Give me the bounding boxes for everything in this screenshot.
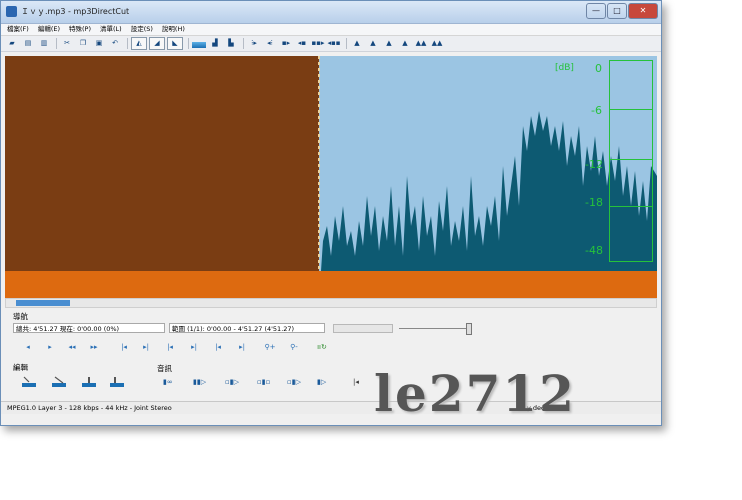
meter-label-0: 0 xyxy=(595,62,602,75)
play-from-cursor-icon[interactable]: ▫▮▷ xyxy=(225,377,247,387)
jump-end-icon[interactable]: ▸| xyxy=(187,342,201,352)
rewind-icon[interactable]: ◂◂ xyxy=(65,342,79,352)
go-end-icon[interactable]: ▸| xyxy=(139,342,153,352)
toolbar-separator xyxy=(188,38,189,49)
close-button[interactable]: ✕ xyxy=(628,3,658,19)
range-readout: 範圍 (1/1): 0'00.00 - 4'51.27 (4'51.27) xyxy=(169,323,325,333)
level-meter xyxy=(609,60,653,262)
edit-fade-icon[interactable] xyxy=(81,376,97,388)
play-to-end-icon[interactable]: ▫▮▫ xyxy=(257,377,279,387)
menu-edit[interactable]: 編輯(E) xyxy=(38,24,60,35)
meter-label-6: -6 xyxy=(591,104,602,117)
meter-label-12: -12 xyxy=(585,158,603,171)
cut-icon[interactable]: ✂ xyxy=(60,38,74,49)
toolbar-separator xyxy=(243,38,244,49)
zoom-out-icon[interactable]: ⚲- xyxy=(287,342,301,352)
play-all-icon[interactable]: ▮∞ xyxy=(163,377,185,387)
toolbar: ▰ ▤ ▥ ✂ ❐ ▣ ↶ ◭ ◢ ◣ ▟ ▙ ⁝▸ ◂⁝ ▪▸ ◂▪ ▪▪▸ … xyxy=(1,36,661,52)
menu-help[interactable]: 說明(H) xyxy=(162,24,185,35)
volume-slider-track[interactable] xyxy=(399,328,471,329)
range-view-icon[interactable]: ▙ xyxy=(224,38,238,49)
next-icon[interactable]: ▸ xyxy=(43,342,57,352)
go-begin-icon[interactable]: |◂ xyxy=(353,377,375,387)
skip-back-icon[interactable]: |◂ xyxy=(211,342,225,352)
position-readout: 總共: 4'51.27 現在: 0'00.00 (0%) xyxy=(13,323,165,333)
level-bar xyxy=(333,324,393,333)
fast-forward-icon[interactable]: ▸▸ xyxy=(87,342,101,352)
waveform-area[interactable]: [dB] 0 -6 -12 -18 -48 xyxy=(5,56,657,298)
volume-slider-thumb[interactable] xyxy=(466,323,472,335)
scroll-thumb[interactable] xyxy=(16,300,70,306)
loop-icon[interactable]: ıı↻ xyxy=(315,342,329,352)
skip-forward-icon[interactable]: ▸| xyxy=(235,342,249,352)
level-2-icon[interactable]: ▲ xyxy=(366,38,380,49)
menu-bar: 檔案(F) 編輯(E) 特殊(P) 清單(L) 設定(S) 說明(H) xyxy=(1,24,661,36)
level-4-icon[interactable]: ▲ xyxy=(398,38,412,49)
title-bar: Ｉｖｙ.mp3 - mp3DirectCut — □ ✕ xyxy=(1,1,661,24)
save-icon[interactable]: ▤ xyxy=(21,38,35,49)
edit-title: 編輯 xyxy=(13,363,28,372)
level-5-icon[interactable]: ▲▲ xyxy=(414,38,428,49)
horizontal-scrollbar[interactable] xyxy=(5,298,657,308)
marker-add-icon[interactable]: ▪▪▸ xyxy=(311,38,325,49)
play-end-icon[interactable]: ▫▮▷ xyxy=(287,377,309,387)
audio-title: 音訊 xyxy=(157,364,172,373)
copy-icon[interactable]: ❐ xyxy=(76,38,90,49)
meter-label-48: -48 xyxy=(585,244,603,257)
level-1-icon[interactable]: ▲ xyxy=(350,38,364,49)
menu-file[interactable]: 檔案(F) xyxy=(7,24,29,35)
volume-tool-icon[interactable]: ◭ xyxy=(131,37,147,50)
navigation-title: 導航 xyxy=(13,312,28,321)
selection-region[interactable] xyxy=(5,56,319,271)
menu-list[interactable]: 清單(L) xyxy=(100,24,122,35)
meter-unit: [dB] xyxy=(555,63,574,73)
fade-in-icon[interactable]: ◢ xyxy=(149,37,165,50)
jump-begin-icon[interactable]: |◂ xyxy=(163,342,177,352)
marker-end-icon[interactable]: ◂▪ xyxy=(295,38,309,49)
save-selection-icon[interactable]: ▥ xyxy=(37,38,51,49)
go-start-icon[interactable]: |◂ xyxy=(117,342,131,352)
level-6-icon[interactable]: ▲▲ xyxy=(430,38,444,49)
set-begin-icon[interactable]: ⁝▸ xyxy=(247,38,261,49)
toolbar-separator xyxy=(127,38,128,49)
toolbar-separator xyxy=(56,38,57,49)
watermark: le2712 xyxy=(374,364,576,423)
paste-icon[interactable]: ▣ xyxy=(92,38,106,49)
cursor-line[interactable] xyxy=(318,56,320,271)
edit-cut-begin-icon[interactable] xyxy=(21,376,37,388)
set-end-icon[interactable]: ◂⁝ xyxy=(263,38,277,49)
toolbar-separator xyxy=(346,38,347,49)
marker-remove-icon[interactable]: ◂▪▪ xyxy=(327,38,341,49)
undo-icon[interactable]: ↶ xyxy=(108,38,122,49)
prev-icon[interactable]: ◂ xyxy=(21,342,35,352)
waveform-shape xyxy=(321,111,657,271)
maximize-button[interactable]: □ xyxy=(607,3,627,19)
zoom-view-icon[interactable]: ▟ xyxy=(208,38,222,49)
overview-strip[interactable] xyxy=(5,271,657,298)
menu-special[interactable]: 特殊(P) xyxy=(69,24,91,35)
marker-begin-icon[interactable]: ▪▸ xyxy=(279,38,293,49)
window-title: Ｉｖｙ.mp3 - mp3DirectCut xyxy=(21,7,130,16)
play-region-icon[interactable]: ▮▷ xyxy=(317,377,339,387)
minimize-button[interactable]: — xyxy=(586,3,606,19)
waveform-view-icon[interactable] xyxy=(192,42,206,48)
edit-normalize-icon[interactable] xyxy=(109,376,125,388)
app-icon xyxy=(6,6,17,17)
play-selection-icon[interactable]: ▮▮▷ xyxy=(193,377,215,387)
open-icon[interactable]: ▰ xyxy=(5,38,19,49)
app-window: Ｉｖｙ.mp3 - mp3DirectCut — □ ✕ 檔案(F) 編輯(E)… xyxy=(0,0,662,426)
zoom-in-icon[interactable]: ⚲+ xyxy=(263,342,277,352)
menu-settings[interactable]: 設定(S) xyxy=(131,24,153,35)
edit-cut-end-icon[interactable] xyxy=(51,376,67,388)
level-3-icon[interactable]: ▲ xyxy=(382,38,396,49)
status-format: MPEG1.0 Layer 3 - 128 kbps - 44 kHz - Jo… xyxy=(7,404,172,412)
meter-label-18: -18 xyxy=(585,196,603,209)
fade-out-icon[interactable]: ◣ xyxy=(167,37,183,50)
